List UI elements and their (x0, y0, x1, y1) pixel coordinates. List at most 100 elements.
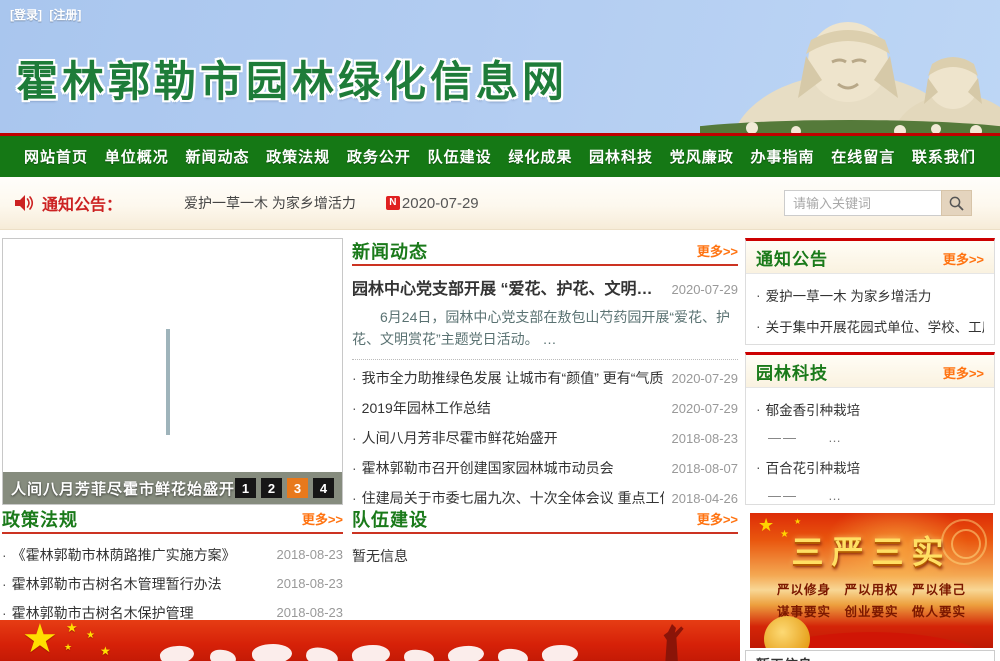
news-item-link[interactable]: 住建局关于市委七届九次、十次全体会议 重点工作任… (362, 488, 664, 508)
news-title: 新闻动态 (352, 238, 428, 264)
slider-pager: 1 2 3 4 (235, 478, 334, 498)
statue-silhouette (650, 624, 690, 661)
policy-item: · 《霍林郭勒市林荫路推广实施方案》 2018-08-23 (2, 540, 343, 569)
login-link[interactable]: [登录] (10, 8, 42, 22)
news-item-date: 2018-08-07 (672, 461, 739, 476)
topbar-links: [登录] [注册] (10, 6, 85, 23)
team-section: 队伍建设 更多>> 暂无信息 (352, 506, 738, 566)
notice-headline-link[interactable]: 爱护一草一木 为家乡增活力 (184, 193, 356, 213)
nav-item-greening[interactable]: 绿化成果 (508, 146, 572, 167)
news-item-date: 2018-04-26 (672, 491, 739, 506)
photo-slider[interactable]: 人间八月芳菲尽霍市鲜花始盛开 1 2 3 4 (2, 238, 343, 505)
garden-tech-link[interactable]: 百合花引种栽培 (766, 457, 861, 477)
featured-news-date: 2020-07-29 (672, 282, 739, 297)
bullet-icon: · (2, 547, 7, 563)
slider-caption-link[interactable]: 人间八月芳菲尽霍市鲜花始盛开 (11, 478, 235, 499)
site-header: [登录] [注册] 霍林郭勒市园林绿化信息网 (0, 0, 1000, 133)
policy-title: 政策法规 (2, 506, 78, 532)
star-icon: ★ (86, 630, 95, 641)
calligraphy-stroke (251, 643, 292, 661)
garden-tech-more-link[interactable]: 更多>> (943, 360, 984, 382)
slider-page-4[interactable]: 4 (313, 478, 334, 498)
search-input[interactable] (784, 190, 941, 216)
featured-news: 园林中心党支部开展 “爱花、护花、文明… 2020-07-29 (352, 275, 738, 299)
policy-date: 2018-08-23 (277, 547, 344, 562)
slider-page-1[interactable]: 1 (235, 478, 256, 498)
team-header: 队伍建设 更多>> (352, 506, 738, 534)
notice-date: 2020-07-29 (402, 195, 479, 212)
bottom-red-banner[interactable]: ★ ★ ★ ★ ★ (0, 620, 740, 661)
calligraphy-stroke (351, 643, 391, 661)
nav-item-guide[interactable]: 办事指南 (750, 146, 814, 167)
announcement-link[interactable]: 爱护一草一木 为家乡增活力 (766, 285, 932, 305)
notice-bar: 通知公告： 爱护一草一木 为家乡增活力 N 2020-07-29 (0, 177, 1000, 230)
search-box (784, 190, 972, 216)
nav-item-party[interactable]: 党风廉政 (670, 146, 734, 167)
announcements-box: 通知公告 更多>> · 爱护一草一木 为家乡增活力 · 关于集中开展花园式单位、… (745, 238, 995, 345)
news-list-item: · 我市全力助推绿色发展 让城市有“颜值” 更有“气质” 2020-07-29 (352, 363, 738, 393)
policy-link[interactable]: 《霍林郭勒市林荫路推广实施方案》 (12, 545, 269, 565)
team-empty-text: 暂无信息 (352, 546, 738, 566)
slider-caption-bar: 人间八月芳菲尽霍市鲜花始盛开 1 2 3 4 (3, 472, 342, 504)
news-list-item: · 人间八月芳非尽霍市鲜花始盛开 2018-08-23 (352, 423, 738, 453)
notice-label: 通知公告： (42, 191, 122, 215)
star-icon: ★ (22, 620, 58, 661)
news-item-date: 2020-07-29 (672, 371, 739, 386)
calligraphy-stroke (159, 644, 195, 661)
calligraphy-stroke (497, 648, 528, 661)
garden-tech-link[interactable]: 郁金香引种栽培 (766, 399, 861, 419)
garden-tech-item: · 郁金香引种栽培 (756, 393, 984, 424)
page: [登录] [注册] 霍林郭勒市园林绿化信息网 网站首页 单位概况 新闻动态 政策… (0, 0, 1000, 661)
main-navigation: 网站首页 单位概况 新闻动态 政策法规 政务公开 队伍建设 绿化成果 园林科技 … (0, 136, 1000, 177)
nav-item-gov-open[interactable]: 政务公开 (347, 146, 411, 167)
search-button[interactable] (941, 190, 972, 216)
garden-tech-title: 园林科技 (756, 359, 828, 384)
nav-item-contact[interactable]: 联系我们 (912, 146, 976, 167)
announcement-link[interactable]: 关于集中开展花园式单位、学校、工厂… (766, 316, 984, 336)
news-section: 新闻动态 更多>> 园林中心党支部开展 “爱花、护花、文明… 2020-07-2… (352, 238, 738, 513)
news-item-link[interactable]: 2019年园林工作总结 (362, 398, 664, 418)
announcement-item: · 爱护一草一木 为家乡增活力 (756, 279, 984, 310)
news-more-link[interactable]: 更多>> (697, 238, 738, 260)
nav-item-news[interactable]: 新闻动态 (185, 146, 249, 167)
news-item-link[interactable]: 我市全力助推绿色发展 让城市有“颜值” 更有“气质” (362, 368, 664, 388)
nav-item-about[interactable]: 单位概况 (105, 146, 169, 167)
slider-page-2[interactable]: 2 (261, 478, 282, 498)
policy-date: 2018-08-23 (277, 605, 344, 620)
nav-item-policy[interactable]: 政策法规 (266, 146, 330, 167)
garden-tech-item: · 百合花引种栽培 (756, 451, 984, 482)
news-item-link[interactable]: 霍林郭勒市召开创建国家园林城市动员会 (362, 458, 664, 478)
announcements-list: · 爱护一草一木 为家乡增活力 · 关于集中开展花园式单位、学校、工厂… (746, 274, 994, 341)
policy-header: 政策法规 更多>> (2, 506, 343, 534)
garden-tech-box: 园林科技 更多>> · 郁金香引种栽培 —— … · 百合花引种栽培 —— … (745, 352, 995, 505)
bottom-right-box: 暂无信息 (745, 650, 995, 661)
nav-item-message[interactable]: 在线留言 (831, 146, 895, 167)
sanyan-sanshi-banner[interactable]: ★ ★ ★ 三严三实 严以修身 严以用权 严以律己 谋事要实 创业要实 做人要实 (750, 513, 993, 648)
news-item-date: 2020-07-29 (672, 401, 739, 416)
news-item-link[interactable]: 人间八月芳非尽霍市鲜花始盛开 (362, 428, 664, 448)
nav-item-home[interactable]: 网站首页 (24, 146, 88, 167)
bullet-icon: · (2, 576, 7, 592)
news-list: · 我市全力助推绿色发展 让城市有“颜值” 更有“气质” 2020-07-29 … (352, 363, 738, 513)
bullet-icon: · (2, 605, 7, 621)
policy-more-link[interactable]: 更多>> (302, 506, 343, 528)
policy-link[interactable]: 霍林郭勒市古树名木管理暂行办法 (12, 574, 269, 594)
team-more-link[interactable]: 更多>> (697, 506, 738, 528)
policy-date: 2018-08-23 (277, 576, 344, 591)
featured-news-title[interactable]: 园林中心党支部开展 “爱花、护花、文明… (352, 275, 664, 299)
register-link[interactable]: [注册] (49, 8, 81, 22)
nav-item-team[interactable]: 队伍建设 (428, 146, 492, 167)
bullet-icon: · (352, 400, 357, 416)
slider-page-3-active[interactable]: 3 (287, 478, 308, 498)
garden-tech-list: · 郁金香引种栽培 —— … · 百合花引种栽培 —— … (746, 388, 994, 509)
calligraphy-stroke (305, 646, 339, 661)
team-title: 队伍建设 (352, 506, 428, 532)
banner-title: 三严三实 (750, 527, 993, 573)
dotted-separator (352, 359, 738, 360)
nav-item-garden-tech[interactable]: 园林科技 (589, 146, 653, 167)
bullet-icon: · (352, 430, 357, 446)
party-emblem-icon (764, 616, 810, 648)
announcements-more-link[interactable]: 更多>> (943, 246, 984, 268)
speaker-icon (14, 194, 34, 212)
new-badge-icon: N (386, 196, 400, 210)
